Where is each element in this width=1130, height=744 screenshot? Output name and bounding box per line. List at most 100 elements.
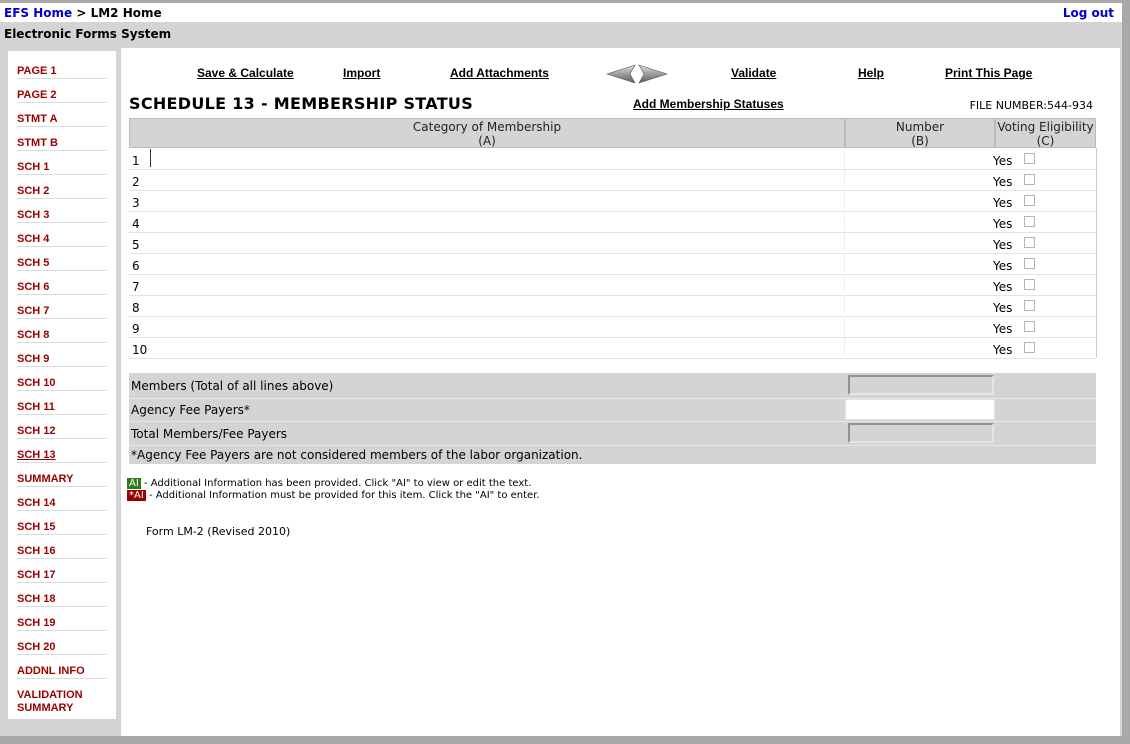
category-input[interactable] <box>150 275 840 293</box>
number-input[interactable] <box>844 170 993 188</box>
schedule-title: SCHEDULE 13 - MEMBERSHIP STATUS <box>129 94 474 113</box>
sidebar-item-sch-9[interactable]: SCH 9 <box>17 353 107 367</box>
sidebar-item-sch-4[interactable]: SCH 4 <box>17 233 107 247</box>
voting-checkbox[interactable] <box>1024 300 1035 311</box>
form-name: Form LM-2 (Revised 2010) <box>146 525 291 538</box>
sidebar-item-summary[interactable]: SUMMARY <box>17 473 107 487</box>
number-input[interactable] <box>844 233 993 251</box>
yes-label: Yes <box>993 259 1013 273</box>
left-arrow-icon[interactable] <box>606 64 636 84</box>
membership-rows: 1 Yes 2 Yes 3 Yes 4 Yes 5 Yes 6 Yes 7 Ye… <box>129 148 1097 359</box>
sidebar-item-sch-20[interactable]: SCH 20 <box>17 641 107 655</box>
table-row: 10 Yes <box>129 337 1096 359</box>
sidebar-item-sch-11[interactable]: SCH 11 <box>17 401 107 415</box>
yes-label: Yes <box>993 175 1013 189</box>
voting-checkbox[interactable] <box>1024 174 1035 185</box>
voting-checkbox[interactable] <box>1024 342 1035 353</box>
system-title: Electronic Forms System <box>4 27 172 41</box>
sidebar-item-sch-16[interactable]: SCH 16 <box>17 545 107 559</box>
category-input[interactable] <box>150 170 840 188</box>
sidebar-item-validation-summary[interactable]: VALIDATION SUMMARY <box>17 689 107 715</box>
ai-provided-badge: AI <box>127 478 141 489</box>
sidebar-item-page-2[interactable]: PAGE 2 <box>17 89 107 103</box>
sidebar-item-sch-1[interactable]: SCH 1 <box>17 161 107 175</box>
sidebar-item-sch-15[interactable]: SCH 15 <box>17 521 107 535</box>
number-input[interactable] <box>844 212 993 230</box>
category-input[interactable] <box>150 317 840 335</box>
sidebar-item-stmt-a[interactable]: STMT A <box>17 113 107 127</box>
category-input[interactable] <box>150 254 840 272</box>
print-page-button[interactable]: Print This Page <box>945 66 1032 80</box>
category-input[interactable] <box>150 338 840 356</box>
help-button[interactable]: Help <box>858 66 884 80</box>
voting-checkbox[interactable] <box>1024 321 1035 332</box>
column-header-number-label: Number <box>895 120 945 134</box>
agency-fee-input[interactable] <box>845 399 995 420</box>
category-input[interactable] <box>150 149 841 167</box>
agency-fee-label: Agency Fee Payers* <box>131 403 250 417</box>
sidebar-item-sch-3[interactable]: SCH 3 <box>17 209 107 223</box>
sidebar-nav: PAGE 1 PAGE 2 STMT A STMT B SCH 1 SCH 2 … <box>8 51 116 719</box>
number-input[interactable] <box>844 317 993 335</box>
members-total-label: Members (Total of all lines above) <box>131 379 334 393</box>
agency-footnote: *Agency Fee Payers are not considered me… <box>131 448 583 462</box>
sidebar-item-sch-12[interactable]: SCH 12 <box>17 425 107 439</box>
category-input[interactable] <box>150 296 840 314</box>
members-total-field <box>848 375 994 395</box>
voting-checkbox[interactable] <box>1024 279 1035 290</box>
category-input[interactable] <box>150 233 840 251</box>
yes-label: Yes <box>993 280 1013 294</box>
validate-button[interactable]: Validate <box>731 66 776 80</box>
voting-checkbox[interactable] <box>1024 258 1035 269</box>
sidebar-item-page-1[interactable]: PAGE 1 <box>17 65 107 79</box>
number-input[interactable] <box>844 254 993 272</box>
yes-label: Yes <box>993 322 1013 336</box>
sidebar-item-sch-19[interactable]: SCH 19 <box>17 617 107 631</box>
column-header-category: Category of Membership (A) <box>129 118 845 148</box>
sidebar-item-sch-18[interactable]: SCH 18 <box>17 593 107 607</box>
yes-label: Yes <box>993 196 1013 210</box>
totals-section: Members (Total of all lines above) Agenc… <box>129 373 1096 464</box>
total-members-label: Total Members/Fee Payers <box>131 427 288 441</box>
sidebar-item-sch-10[interactable]: SCH 10 <box>17 377 107 391</box>
column-header-number-code: (B) <box>911 134 929 148</box>
efs-home-link[interactable]: EFS Home <box>4 6 72 20</box>
row-number: 10 <box>132 343 148 357</box>
import-button[interactable]: Import <box>343 66 380 80</box>
save-calculate-button[interactable]: Save & Calculate <box>197 66 294 80</box>
sidebar-item-sch-17[interactable]: SCH 17 <box>17 569 107 583</box>
number-input[interactable] <box>844 191 993 209</box>
yes-label: Yes <box>993 154 1013 168</box>
sidebar-item-sch-5[interactable]: SCH 5 <box>17 257 107 271</box>
logout-link[interactable]: Log out <box>1063 6 1114 20</box>
sidebar-item-sch-14[interactable]: SCH 14 <box>17 497 107 511</box>
sidebar-item-sch-6[interactable]: SCH 6 <box>17 281 107 295</box>
number-input[interactable] <box>844 149 993 167</box>
sidebar-item-sch-8[interactable]: SCH 8 <box>17 329 107 343</box>
ai-required-badge: *AI <box>127 490 146 501</box>
table-row: 9 Yes <box>129 316 1096 338</box>
right-arrow-icon[interactable] <box>638 64 668 84</box>
sidebar-item-sch-7[interactable]: SCH 7 <box>17 305 107 319</box>
sidebar-item-stmt-b[interactable]: STMT B <box>17 137 107 151</box>
voting-checkbox[interactable] <box>1024 237 1035 248</box>
voting-checkbox[interactable] <box>1024 153 1035 164</box>
yes-label: Yes <box>993 301 1013 315</box>
category-input[interactable] <box>150 191 840 209</box>
row-number: 8 <box>132 301 140 315</box>
number-input[interactable] <box>844 338 993 356</box>
validation-label-line1: VALIDATION <box>17 689 83 701</box>
row-number: 6 <box>132 259 140 273</box>
column-header-number: Number (B) <box>845 118 995 148</box>
sidebar-item-addnl-info[interactable]: ADDNL INFO <box>17 665 107 679</box>
add-attachments-button[interactable]: Add Attachments <box>450 66 549 80</box>
number-input[interactable] <box>844 296 993 314</box>
sidebar-item-sch-2[interactable]: SCH 2 <box>17 185 107 199</box>
number-input[interactable] <box>844 275 993 293</box>
sidebar-item-sch-13[interactable]: SCH 13 <box>17 449 107 463</box>
voting-checkbox[interactable] <box>1024 216 1035 227</box>
table-row: 2 Yes <box>129 169 1096 191</box>
add-membership-statuses-link[interactable]: Add Membership Statuses <box>633 97 784 111</box>
category-input[interactable] <box>150 212 840 230</box>
voting-checkbox[interactable] <box>1024 195 1035 206</box>
